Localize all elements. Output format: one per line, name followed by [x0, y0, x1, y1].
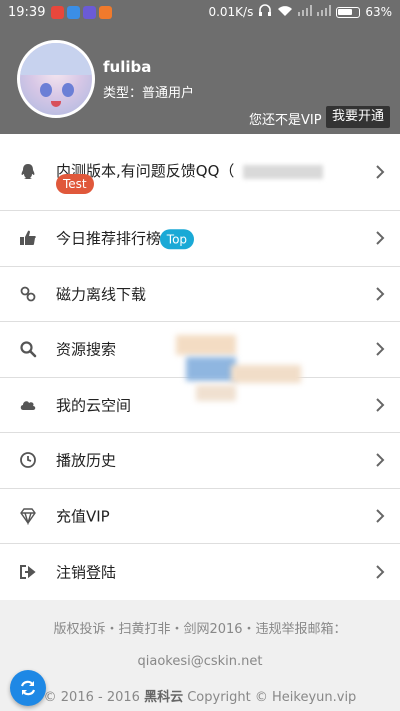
clock-icon — [20, 452, 36, 469]
signal-icon — [317, 5, 332, 19]
chevron-right-icon — [376, 287, 385, 301]
chevron-right-icon — [376, 398, 385, 412]
wifi-icon — [277, 5, 293, 20]
menu-label: 我的云空间 — [56, 396, 132, 415]
chevron-right-icon — [376, 509, 385, 523]
menu-item-resource-search[interactable]: 资源搜索 — [0, 322, 400, 378]
chevron-right-icon — [376, 231, 385, 245]
notification-app-icon — [51, 5, 65, 19]
chevron-right-icon — [376, 453, 385, 467]
footer-email[interactable]: qiaokesi@cskin.net — [0, 654, 400, 669]
notification-app-icon — [99, 5, 113, 19]
menu-label: 资源搜索 — [56, 340, 117, 359]
refresh-icon — [20, 680, 36, 696]
menu-item-magnet-download[interactable]: 磁力离线下载 — [0, 267, 400, 322]
logout-icon — [20, 564, 36, 579]
menu-label: 充值VIP — [56, 507, 110, 526]
refresh-button[interactable] — [10, 670, 46, 706]
notification-app-icon — [67, 5, 81, 19]
username: fuliba — [103, 58, 152, 76]
chevron-right-icon — [376, 165, 385, 179]
footer-report-line: 版权投诉・扫黄打非・剑网2016・违规举报邮箱： — [53, 622, 347, 637]
profile-header: fuliba 类型：普通用户 您还不是VIP 我要开通 — [0, 24, 400, 134]
magnet-link-icon — [20, 286, 36, 302]
menu-label: 磁力离线下载 — [56, 285, 147, 304]
menu-item-recharge-vip[interactable]: 充值VIP — [0, 489, 400, 544]
thumbs-up-icon — [20, 230, 36, 246]
battery-level: 63% — [365, 5, 392, 19]
menu-item-play-history[interactable]: 播放历史 — [0, 433, 400, 489]
headphone-icon — [258, 4, 272, 20]
cloud-icon — [20, 401, 36, 410]
qq-number-redacted — [243, 164, 324, 179]
menu-item-daily-ranking[interactable]: 今日推荐排行榜 Top — [0, 211, 400, 267]
vip-notice: 您还不是VIP — [249, 113, 322, 128]
footer: 版权投诉・扫黄打非・剑网2016・违规举报邮箱： qiaokesi@cskin.… — [0, 618, 400, 711]
notification-app-icon — [83, 5, 97, 19]
footer-copyright: © 2016 - 2016 黑科云 Copyright © Heikeyun.v… — [43, 690, 357, 705]
network-speed: 0.01K/s — [208, 5, 254, 19]
menu-item-cloud-space[interactable]: 我的云空间 — [0, 378, 400, 433]
vip-open-button[interactable]: 我要开通 — [326, 106, 391, 128]
menu-item-logout[interactable]: 注销登陆 — [0, 544, 400, 600]
qq-icon — [21, 164, 35, 179]
menu-list: 内测版本,有问题反馈QQ（ Test 今日推荐排行榜 Top 磁力离线下载 资源… — [0, 134, 400, 600]
avatar[interactable] — [17, 40, 95, 118]
menu-item-feedback[interactable]: 内测版本,有问题反馈QQ（ Test — [0, 134, 400, 211]
signal-icon — [298, 5, 313, 19]
status-bar: 19:39 0.01K/s 63% — [0, 0, 400, 24]
battery-icon — [336, 6, 361, 18]
top-badge: Top — [159, 229, 195, 249]
chevron-right-icon — [376, 342, 385, 356]
status-time: 19:39 — [8, 4, 46, 20]
user-type: 类型：普通用户 — [103, 86, 195, 101]
chevron-right-icon — [376, 565, 385, 579]
menu-label: 今日推荐排行榜 — [56, 229, 162, 248]
footer-brand: 黑科云 — [144, 690, 184, 705]
menu-label: 注销登陆 — [56, 563, 117, 582]
menu-label: 播放历史 — [56, 451, 117, 470]
test-badge: Test — [56, 174, 94, 194]
diamond-icon — [20, 508, 36, 525]
search-icon — [20, 341, 37, 358]
